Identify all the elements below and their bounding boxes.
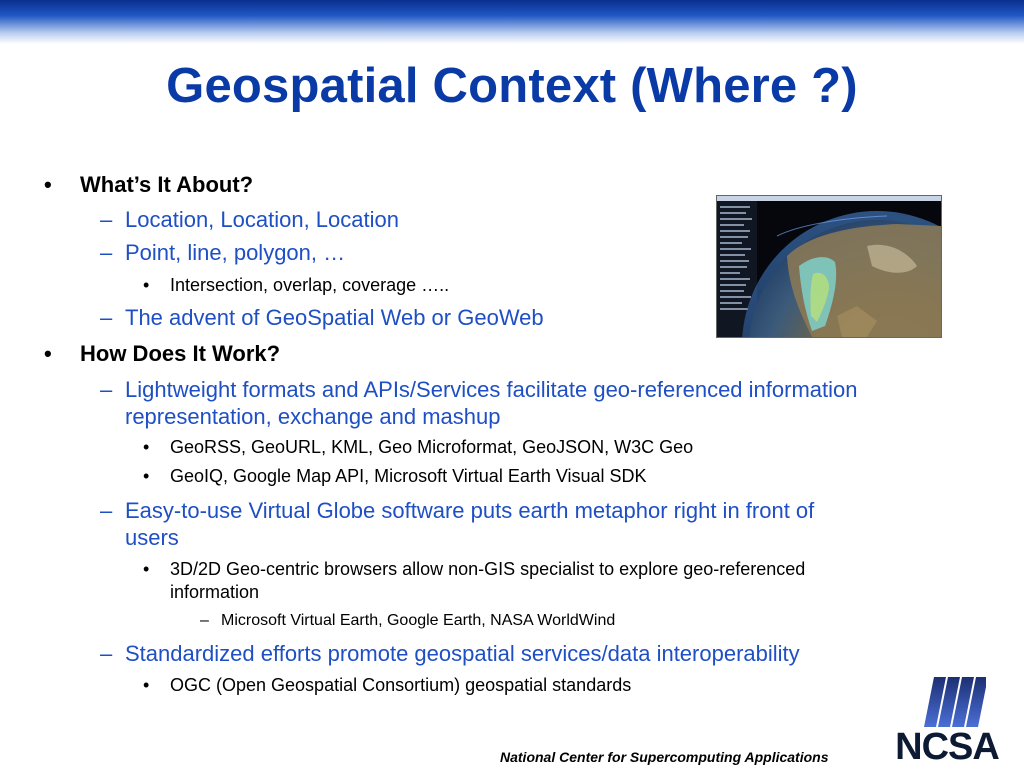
ncsa-logo-text: NCSA <box>895 726 1000 768</box>
sub-intersection: Intersection, overlap, coverage ….. <box>170 275 450 295</box>
bullet-marker: • <box>44 172 52 197</box>
virtual-globe-screenshot <box>716 195 942 338</box>
sub-point-line-polygon: Point, line, polygon, … <box>125 240 346 265</box>
dash-marker: – <box>100 240 113 265</box>
sub-virtual-earth-list: Microsoft Virtual Earth, Google Earth, N… <box>221 612 616 629</box>
sub-geoweb: The advent of GeoSpatial Web or GeoWeb <box>125 305 544 330</box>
sub-virtual-globe-line1: Easy-to-use Virtual Globe software puts … <box>125 498 815 523</box>
dash-marker: – <box>100 641 113 666</box>
bullet-marker: • <box>143 437 150 457</box>
dash-marker: – <box>100 377 113 402</box>
bullet-marker: • <box>44 341 52 366</box>
dash-marker: – <box>100 498 113 523</box>
dash-marker: – <box>200 612 209 629</box>
sub-lightweight-formats-line2: representation, exchange and mashup <box>125 404 501 429</box>
bullet-marker: • <box>143 675 150 695</box>
bullet-marker: • <box>143 559 150 579</box>
slide-title: Geospatial Context (Where ?) <box>166 59 858 113</box>
bullet-marker: • <box>143 275 150 295</box>
footer-organization: National Center for Supercomputing Appli… <box>500 749 829 765</box>
sub-lightweight-formats-line1: Lightweight formats and APIs/Services fa… <box>125 377 858 402</box>
sub-geocentric-line1: 3D/2D Geo-centric browsers allow non-GIS… <box>170 559 806 579</box>
bullet-marker: • <box>143 466 150 486</box>
sub-location: Location, Location, Location <box>125 207 399 232</box>
bullet-whats-it-about: What’s It About? <box>80 172 254 197</box>
top-gradient-band <box>0 0 1024 44</box>
sub-georss: GeoRSS, GeoURL, KML, Geo Microformat, Ge… <box>170 437 694 457</box>
dash-marker: – <box>100 305 113 330</box>
sub-standardized-efforts: Standardized efforts promote geospatial … <box>125 641 800 666</box>
ncsa-logo-icon <box>924 677 986 727</box>
dash-marker: – <box>100 207 113 232</box>
sub-virtual-globe-line2: users <box>125 525 179 550</box>
globe-image <box>717 196 941 337</box>
sub-ogc: OGC (Open Geospatial Consortium) geospat… <box>170 675 632 695</box>
sub-geocentric-line2: information <box>170 582 260 602</box>
sub-geoiq: GeoIQ, Google Map API, Microsoft Virtual… <box>170 466 647 486</box>
bullet-how-does-it-work: How Does It Work? <box>80 341 281 366</box>
